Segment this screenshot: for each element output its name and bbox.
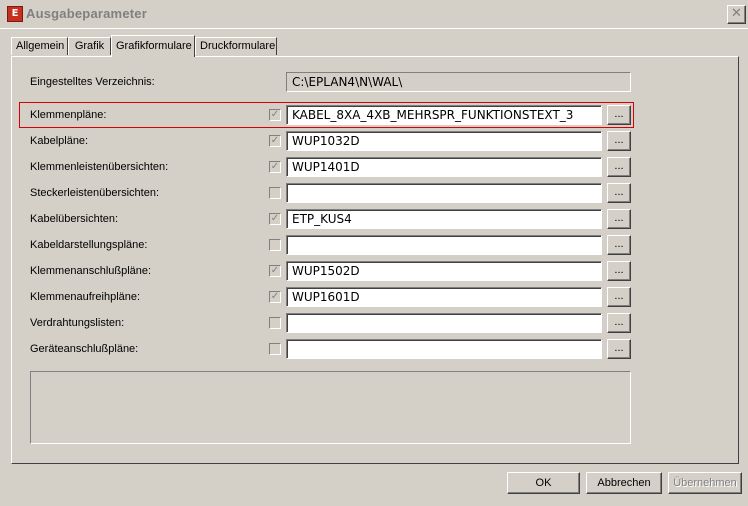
window-title: Ausgabeparameter [26,6,147,21]
ok-button[interactable]: OK [507,472,580,494]
row-5-label: Kabeldarstellungspläne: [30,239,148,251]
row-5-input[interactable] [286,235,602,255]
row-8-input[interactable] [286,313,602,333]
row-5-browse-button[interactable]: ... [607,235,631,255]
row-2-checkbox[interactable]: ✓ [269,161,281,173]
directory-label: Eingestelltes Verzeichnis: [30,76,155,88]
row-3-input[interactable] [286,183,602,203]
tab-druckformulare[interactable]: Druckformulare [195,37,277,55]
row-3-checkbox[interactable] [269,187,281,199]
row-1-browse-button[interactable]: ... [607,131,631,151]
tab-grafik[interactable]: Grafik [68,37,111,55]
close-button[interactable]: ✕ [727,5,746,24]
row-1-label: Kabelpläne: [30,135,89,147]
apply-button[interactable]: Übernehmen [668,472,742,494]
check-icon: ✓ [270,213,280,224]
row-4-input[interactable]: ETP_KUS4 [286,209,602,229]
check-icon: ✓ [270,135,280,146]
row-9-label: Geräteanschlußpläne: [30,343,139,355]
row-1-input[interactable]: WUP1032D [286,131,602,151]
tab-allgemein[interactable]: Allgemein [11,37,68,55]
row-2-label: Klemmenleistenübersichten: [30,161,169,173]
row-6-input[interactable]: WUP1502D [286,261,602,281]
row-8-browse-button[interactable]: ... [607,313,631,333]
row-4-checkbox[interactable]: ✓ [269,213,281,225]
row-0-input[interactable]: KABEL_8XA_4XB_MEHRSPR_FUNKTIONSTEXT_3 [286,105,602,125]
row-6-label: Klemmenanschlußpläne: [30,265,152,277]
check-icon: ✓ [270,265,280,276]
row-9-checkbox[interactable] [269,343,281,355]
row-3-browse-button[interactable]: ... [607,183,631,203]
row-1-checkbox[interactable]: ✓ [269,135,281,147]
row-6-browse-button[interactable]: ... [607,261,631,281]
row-3-label: Steckerleistenübersichten: [30,187,160,199]
directory-field: C:\EPLAN4\N\WAL\ [286,72,631,92]
row-9-browse-button[interactable]: ... [607,339,631,359]
row-5-checkbox[interactable] [269,239,281,251]
eplan-app-icon: E [7,6,23,22]
description-box [30,371,631,444]
row-0-browse-button[interactable]: ... [607,105,631,125]
tab-grafikformulare[interactable]: Grafikformulare [111,35,195,57]
row-9-input[interactable] [286,339,602,359]
row-4-label: Kabelübersichten: [30,213,119,225]
row-7-browse-button[interactable]: ... [607,287,631,307]
title-bar: E Ausgabeparameter ✕ [0,0,748,29]
row-4-browse-button[interactable]: ... [607,209,631,229]
check-icon: ✓ [270,291,280,302]
row-7-checkbox[interactable]: ✓ [269,291,281,303]
row-6-checkbox[interactable]: ✓ [269,265,281,277]
row-7-input[interactable]: WUP1601D [286,287,602,307]
check-icon: ✓ [270,161,280,172]
row-8-checkbox[interactable] [269,317,281,329]
row-8-label: Verdrahtungslisten: [30,317,125,329]
check-icon: ✓ [270,109,280,120]
row-2-browse-button[interactable]: ... [607,157,631,177]
cancel-button[interactable]: Abbrechen [586,472,662,494]
row-2-input[interactable]: WUP1401D [286,157,602,177]
row-7-label: Klemmenaufreihpläne: [30,291,141,303]
row-0-checkbox[interactable]: ✓ [269,109,281,121]
row-0-label: Klemmenpläne: [30,109,107,121]
